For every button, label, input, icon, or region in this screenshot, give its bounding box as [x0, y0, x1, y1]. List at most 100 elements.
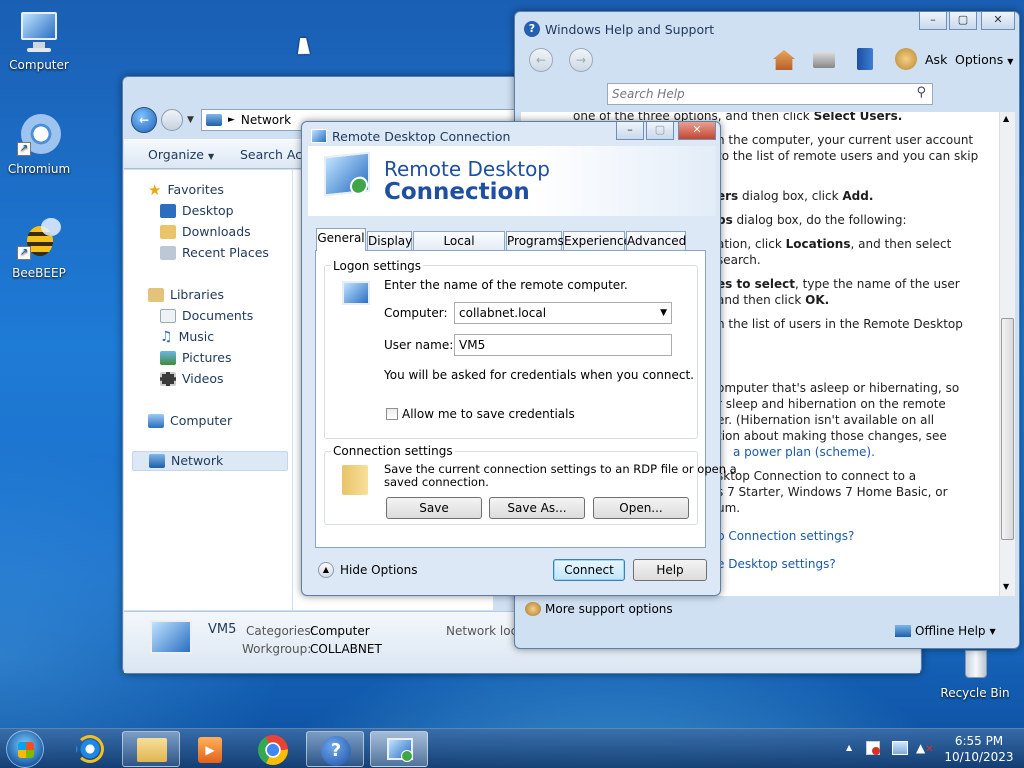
username-value: VM5 — [459, 338, 486, 352]
options-button[interactable]: Options ▼ — [955, 52, 1013, 67]
scroll-up-arrow[interactable]: ▲ — [1003, 114, 1009, 123]
clock-time[interactable]: 6:55 PM — [944, 734, 1014, 748]
star-icon: ★ — [148, 181, 162, 199]
taskbar: ▶ ? ▲ ▲✕ 6:55 PM 10/10/2023 — [0, 728, 1024, 768]
tab-display[interactable]: Display — [367, 231, 412, 251]
offline-help-button[interactable]: Offline Help ▼ — [895, 624, 996, 638]
allow-save-label[interactable]: Allow me to save credentials — [402, 407, 575, 421]
print-icon[interactable] — [813, 52, 835, 68]
help-back-button[interactable]: ← — [529, 48, 553, 72]
taskbar-ie[interactable] — [62, 731, 120, 767]
browse-help-icon[interactable] — [857, 48, 873, 70]
scroll-thumb[interactable] — [1001, 318, 1014, 540]
forward-button[interactable] — [161, 109, 183, 131]
ask-icon[interactable] — [895, 48, 917, 70]
power-plan-link[interactable]: a power plan (scheme). — [733, 445, 875, 459]
rdp-close-button[interactable]: ✕ — [678, 122, 716, 140]
allow-save-checkbox[interactable] — [386, 408, 398, 420]
network-icon — [149, 454, 165, 468]
save-button[interactable]: Save — [386, 497, 482, 519]
nav-computer[interactable]: Computer — [148, 411, 232, 431]
desktop-icon-computer[interactable]: Computer — [3, 8, 75, 72]
ask-button[interactable]: Ask — [925, 52, 947, 67]
recent-pages-dropdown[interactable]: ▼ — [187, 115, 194, 125]
organize-button[interactable]: Organize ▼ — [148, 147, 214, 162]
more-support-options[interactable]: More support options — [525, 602, 673, 616]
nav-pictures[interactable]: Pictures — [160, 348, 232, 368]
media-player-icon: ▶ — [198, 737, 222, 763]
nav-downloads[interactable]: Downloads — [160, 222, 251, 242]
chevron-down-icon: ▼ — [207, 152, 215, 161]
nav-documents[interactable]: Documents — [160, 306, 253, 326]
tab-experience[interactable]: Experience — [563, 231, 631, 251]
search-placeholder: Search Help — [612, 87, 685, 101]
search-ad-button[interactable]: Search Active Directory — [240, 147, 304, 162]
help-forward-button[interactable]: → — [569, 48, 593, 72]
chevron-down-icon[interactable]: ▼ — [660, 303, 667, 323]
desktop-icon-beebeep[interactable]: ↗ BeeBEEP — [3, 216, 75, 280]
rdp-maximize-button[interactable]: ▢ — [646, 122, 674, 140]
nav-recent-places[interactable]: Recent Places — [160, 243, 269, 263]
desktop-folder-icon — [160, 204, 176, 218]
help-title: Windows Help and Support — [545, 22, 715, 37]
taskbar-media-player[interactable]: ▶ — [182, 731, 240, 767]
help-scrollbar[interactable]: ▲ ▼ — [999, 112, 1015, 596]
more-support-label: More support options — [545, 602, 673, 616]
minimize-button[interactable]: – — [919, 12, 947, 30]
nav-desktop[interactable]: Desktop — [160, 201, 234, 221]
desktop-settings-link[interactable]: e Desktop settings? — [717, 557, 836, 571]
rdp-window[interactable]: Remote Desktop Connection – ▢ ✕ Remote D… — [301, 121, 737, 596]
tab-local-resources[interactable]: Local Resources — [413, 231, 505, 267]
tab-programs[interactable]: Programs — [506, 231, 564, 251]
search-icon[interactable]: ⚲ — [916, 85, 926, 100]
connection-settings-link[interactable]: p Connection settings? — [717, 529, 854, 543]
tab-general[interactable]: General — [316, 228, 366, 251]
action-center-icon[interactable] — [866, 741, 880, 755]
help-line: search. — [717, 253, 761, 267]
show-hidden-icons[interactable]: ▲ — [846, 743, 852, 752]
nav-music[interactable]: ♫ Music — [160, 327, 214, 347]
nav-label: Pictures — [182, 350, 232, 365]
desktop-icon-chromium[interactable]: ↗ Chromium — [3, 112, 75, 176]
organize-label: Organize — [148, 147, 204, 162]
taskbar-help[interactable]: ? — [306, 731, 364, 767]
taskbar-explorer[interactable] — [122, 731, 180, 767]
nav-videos[interactable]: Videos — [160, 369, 224, 389]
taskbar-chrome[interactable] — [244, 731, 302, 767]
computer-combobox[interactable]: collabnet.local ▼ — [454, 302, 672, 324]
back-button[interactable]: ← — [131, 107, 157, 133]
volume-icon[interactable]: ▲✕ — [916, 741, 934, 755]
scroll-down-arrow[interactable]: ▼ — [1003, 582, 1009, 591]
maximize-button[interactable]: ▢ — [949, 12, 977, 30]
rdp-minimize-button[interactable]: – — [616, 122, 644, 140]
help-line: r sleep and hibernation on the remote — [717, 397, 946, 411]
nav-libraries[interactable]: Libraries — [148, 285, 224, 305]
nav-favorites[interactable]: ★ Favorites — [148, 180, 224, 200]
banner-line1: Remote Desktop — [384, 157, 551, 181]
tab-advanced[interactable]: Advanced — [626, 231, 686, 251]
nav-network[interactable]: Network — [132, 451, 288, 471]
desktop-icon-recycle-bin[interactable]: Recycle Bin — [939, 644, 1011, 700]
close-button[interactable]: ✕ — [981, 12, 1015, 30]
connect-button[interactable]: Connect — [553, 559, 625, 581]
start-button[interactable] — [6, 730, 44, 768]
home-icon[interactable] — [773, 50, 795, 70]
rdp-banner: Remote Desktop Connection — [308, 146, 716, 216]
hide-options-button[interactable]: ▲ Hide Options — [318, 562, 417, 578]
help-search-input[interactable]: Search Help ⚲ — [607, 83, 933, 105]
banner-line2: Connection — [384, 179, 530, 205]
breadcrumb-network[interactable]: Network — [241, 113, 291, 127]
recycle-bin-icon — [951, 644, 999, 684]
videos-icon — [160, 372, 176, 386]
help-line: sktop Connection to connect to a — [717, 469, 917, 483]
username-field[interactable]: VM5 — [454, 334, 672, 356]
network-tray-icon[interactable] — [892, 741, 908, 755]
help-button[interactable]: Help — [633, 559, 707, 581]
open-button[interactable]: Open... — [593, 497, 689, 519]
hide-options-label: Hide Options — [340, 563, 418, 577]
nav-label: Favorites — [167, 182, 224, 197]
navigation-pane: ★ Favorites Desktop Downloads Recent Plac… — [124, 170, 292, 610]
clock-date[interactable]: 10/10/2023 — [944, 750, 1014, 764]
save-as-button[interactable]: Save As... — [489, 497, 585, 519]
taskbar-rdp[interactable] — [370, 731, 428, 767]
